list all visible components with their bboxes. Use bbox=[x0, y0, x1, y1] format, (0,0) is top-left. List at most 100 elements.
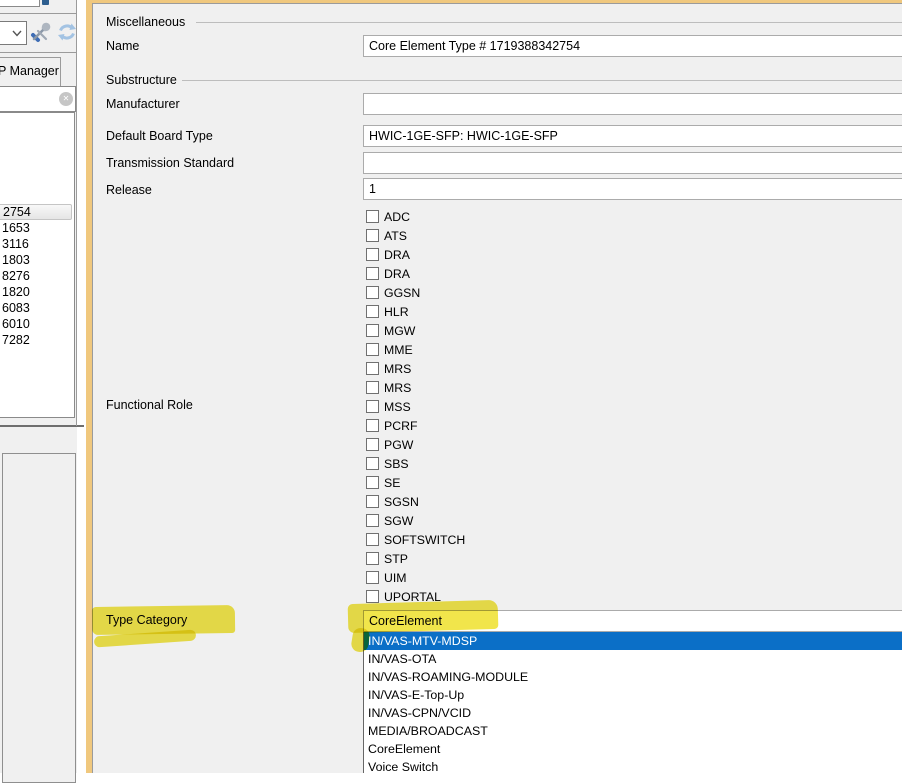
functional-role-option[interactable]: SGSN bbox=[366, 492, 465, 511]
tools-button[interactable] bbox=[28, 21, 52, 45]
functional-role-option[interactable]: STP bbox=[366, 549, 465, 568]
functional-role-option[interactable]: PCRF bbox=[366, 416, 465, 435]
checkbox-label: STP bbox=[384, 552, 408, 566]
checkbox-label: PCRF bbox=[384, 419, 417, 433]
checkbox-icon[interactable] bbox=[366, 400, 379, 413]
partial-textbox[interactable] bbox=[0, 0, 40, 7]
functional-role-option[interactable]: DRA bbox=[366, 245, 465, 264]
group-line bbox=[182, 80, 902, 81]
checkbox-label: MGW bbox=[384, 324, 415, 338]
transmission-standard-field[interactable] bbox=[363, 152, 902, 174]
list-item[interactable]: 1803 bbox=[0, 252, 74, 268]
checkbox-icon[interactable] bbox=[366, 286, 379, 299]
functional-role-option[interactable]: UPORTAL bbox=[366, 587, 465, 606]
type-category-option[interactable]: IN/VAS-E-Top-Up bbox=[364, 686, 902, 704]
list-item[interactable]: 3116 bbox=[0, 236, 74, 252]
functional-role-option[interactable]: SE bbox=[366, 473, 465, 492]
tools-icon bbox=[29, 22, 51, 44]
checkbox-icon[interactable] bbox=[366, 419, 379, 432]
functional-role-option[interactable]: SGW bbox=[366, 511, 465, 530]
checkbox-icon[interactable] bbox=[366, 438, 379, 451]
checkbox-label: UPORTAL bbox=[384, 590, 441, 604]
checkbox-icon[interactable] bbox=[366, 552, 379, 565]
group-label-miscellaneous: Miscellaneous bbox=[106, 15, 185, 29]
checkbox-icon[interactable] bbox=[366, 571, 379, 584]
checkbox-icon[interactable] bbox=[366, 533, 379, 546]
checkbox-icon[interactable] bbox=[366, 590, 379, 603]
search-box[interactable]: ✕ bbox=[0, 86, 76, 112]
list-item[interactable]: 2754 bbox=[0, 204, 72, 220]
functional-role-option[interactable]: MGW bbox=[366, 321, 465, 340]
type-category-option[interactable]: IN/VAS-ROAMING-MODULE bbox=[364, 668, 902, 686]
functional-role-option[interactable]: ATS bbox=[366, 226, 465, 245]
list-item[interactable]: 7282 bbox=[0, 332, 74, 348]
type-category-option[interactable]: Voice Switch bbox=[364, 758, 902, 773]
checkbox-icon[interactable] bbox=[366, 476, 379, 489]
checkbox-icon[interactable] bbox=[366, 362, 379, 375]
list-item[interactable]: 1653 bbox=[0, 220, 74, 236]
functional-role-option[interactable]: PGW bbox=[366, 435, 465, 454]
partial-icon bbox=[42, 0, 49, 5]
checkbox-icon[interactable] bbox=[366, 267, 379, 280]
checkbox-label: UIM bbox=[384, 571, 407, 585]
list-item[interactable]: 6010 bbox=[0, 316, 74, 332]
list-item[interactable]: 6083 bbox=[0, 300, 74, 316]
type-category-field[interactable] bbox=[363, 610, 902, 632]
checkbox-icon[interactable] bbox=[366, 324, 379, 337]
functional-role-option[interactable]: MME bbox=[366, 340, 465, 359]
element-list[interactable]: 275416533116180382761820608360107282 bbox=[0, 112, 75, 418]
functional-role-option[interactable]: MRS bbox=[366, 378, 465, 397]
functional-role-option[interactable]: ADC bbox=[366, 207, 465, 226]
manufacturer-field[interactable] bbox=[363, 93, 902, 115]
transmission-standard-label: Transmission Standard bbox=[106, 156, 234, 170]
list-item[interactable]: 8276 bbox=[0, 268, 74, 284]
functional-role-option[interactable]: MRS bbox=[366, 359, 465, 378]
search-input[interactable] bbox=[0, 89, 53, 109]
release-field[interactable] bbox=[363, 178, 902, 200]
checkbox-label: GGSN bbox=[384, 286, 420, 300]
checkbox-label: SGW bbox=[384, 514, 413, 528]
checkbox-icon[interactable] bbox=[366, 457, 379, 470]
checkbox-label: SOFTSWITCH bbox=[384, 533, 465, 547]
type-category-option[interactable]: IN/VAS-OTA bbox=[364, 650, 902, 668]
type-category-label: Type Category bbox=[106, 613, 187, 627]
functional-role-option[interactable]: GGSN bbox=[366, 283, 465, 302]
type-category-option[interactable]: IN/VAS-CPN/VCID bbox=[364, 704, 902, 722]
divider bbox=[0, 425, 84, 427]
checkbox-icon[interactable] bbox=[366, 343, 379, 356]
checkbox-icon[interactable] bbox=[366, 210, 379, 223]
functional-role-option[interactable]: UIM bbox=[366, 568, 465, 587]
checkbox-icon[interactable] bbox=[366, 229, 379, 242]
list-item[interactable]: 1820 bbox=[0, 284, 74, 300]
type-category-option[interactable]: MEDIA/BROADCAST bbox=[364, 722, 902, 740]
checkbox-icon[interactable] bbox=[366, 381, 379, 394]
type-category-option-list: IN/VAS-MTV-MDSPIN/VAS-OTAIN/VAS-ROAMING-… bbox=[363, 632, 902, 773]
bottom-panel bbox=[2, 453, 76, 783]
checkbox-icon[interactable] bbox=[366, 495, 379, 508]
checkbox-icon[interactable] bbox=[366, 514, 379, 527]
clear-icon[interactable]: ✕ bbox=[59, 92, 73, 106]
default-board-type-label: Default Board Type bbox=[106, 129, 213, 143]
checkbox-icon[interactable] bbox=[366, 248, 379, 261]
checkbox-label: DRA bbox=[384, 248, 410, 262]
functional-role-option[interactable]: HLR bbox=[366, 302, 465, 321]
group-line bbox=[196, 22, 902, 23]
divider bbox=[0, 13, 77, 14]
checkbox-label: HLR bbox=[384, 305, 409, 319]
default-board-type-field[interactable] bbox=[363, 125, 902, 147]
functional-role-option[interactable]: SBS bbox=[366, 454, 465, 473]
name-field[interactable] bbox=[363, 35, 902, 57]
type-category-option[interactable]: IN/VAS-MTV-MDSP bbox=[364, 632, 902, 650]
functional-role-option[interactable]: MSS bbox=[366, 397, 465, 416]
checkbox-label: SBS bbox=[384, 457, 409, 471]
checkbox-label: ADC bbox=[384, 210, 410, 224]
checkbox-label: SE bbox=[384, 476, 400, 490]
functional-role-option[interactable]: DRA bbox=[366, 264, 465, 283]
checkbox-label: MME bbox=[384, 343, 413, 357]
checkbox-label: ATS bbox=[384, 229, 407, 243]
functional-role-option[interactable]: SOFTSWITCH bbox=[366, 530, 465, 549]
tab-p-manager[interactable]: P Manager bbox=[0, 57, 61, 86]
type-category-option[interactable]: CoreElement bbox=[364, 740, 902, 758]
checkbox-icon[interactable] bbox=[366, 305, 379, 318]
filter-combobox[interactable] bbox=[0, 21, 27, 45]
